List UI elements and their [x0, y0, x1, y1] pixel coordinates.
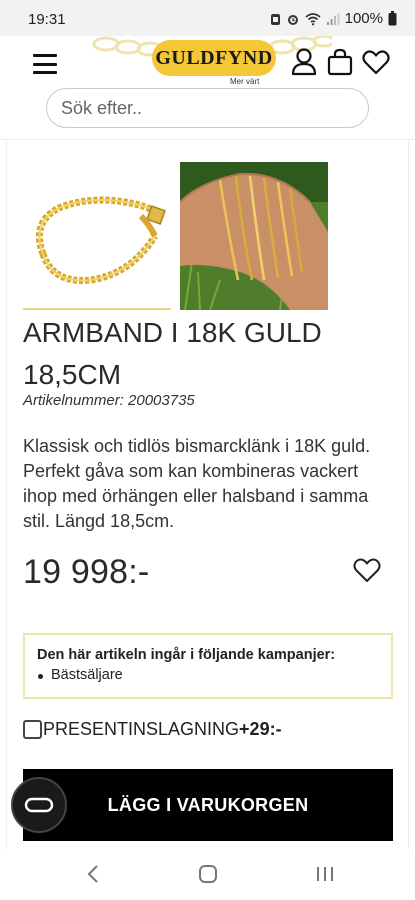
battery-text: 100%: [344, 10, 383, 27]
left-divider: [6, 139, 7, 849]
status-bar: 19:31 100%: [0, 0, 415, 36]
cart-icon[interactable]: [326, 47, 354, 77]
product-price: 19 998:-: [23, 553, 150, 591]
system-nav-bar: [0, 849, 415, 900]
article-number-label: Artikelnummer:: [23, 392, 124, 409]
right-divider: [408, 139, 409, 849]
user-icon[interactable]: [290, 47, 318, 77]
recents-icon[interactable]: [310, 861, 340, 887]
chat-icon: [24, 797, 54, 813]
back-icon[interactable]: [78, 861, 108, 887]
status-icons: 100%: [270, 10, 397, 27]
wishlist-heart-icon[interactable]: [352, 556, 382, 584]
product-image-worn[interactable]: [180, 162, 328, 310]
alarm-icon: [287, 14, 298, 25]
logo-text: GULDFYND: [155, 46, 273, 69]
add-to-cart-button[interactable]: LÄGG I VARUKORGEN: [23, 769, 393, 841]
site-header: GULDFYND Mer värt: [0, 36, 415, 136]
gift-wrap-price: +29:-: [239, 718, 282, 739]
campaign-item: Bästsäljare: [37, 667, 379, 683]
notification-icon: [270, 13, 280, 25]
article-number: Artikelnummer: 20003735: [23, 392, 195, 409]
battery-icon: [388, 11, 397, 26]
product-title: ARMBAND I 18K GULD 18,5CM: [23, 317, 322, 390]
product-image-bracelet[interactable]: [23, 162, 171, 310]
menu-icon[interactable]: [33, 54, 57, 74]
active-thumbnail-indicator: [23, 308, 171, 310]
gift-wrap-option[interactable]: PRESENTINSLAGNING +29:-: [23, 717, 282, 741]
wifi-icon: [305, 12, 321, 25]
home-icon[interactable]: [193, 861, 223, 887]
campaign-title: Den här artikeln ingår i följande kampan…: [37, 647, 336, 663]
search-input[interactable]: [61, 97, 368, 119]
status-time: 19:31: [28, 11, 66, 28]
campaign-box: Den här artikeln ingår i följande kampan…: [23, 633, 393, 699]
logo-tagline: Mer värt: [230, 77, 260, 86]
heart-icon[interactable]: [361, 47, 391, 77]
gift-wrap-checkbox[interactable]: [23, 719, 42, 739]
article-number-value: 20003735: [128, 392, 195, 409]
product-description: Klassisk och tidlös bismarcklänk i 18K g…: [23, 436, 371, 531]
gift-wrap-label: PRESENTINSLAGNING: [43, 718, 240, 739]
chat-button[interactable]: [11, 777, 67, 833]
signal-icon: [326, 12, 340, 25]
site-logo[interactable]: GULDFYND: [152, 40, 276, 76]
search-bar[interactable]: [46, 88, 369, 128]
